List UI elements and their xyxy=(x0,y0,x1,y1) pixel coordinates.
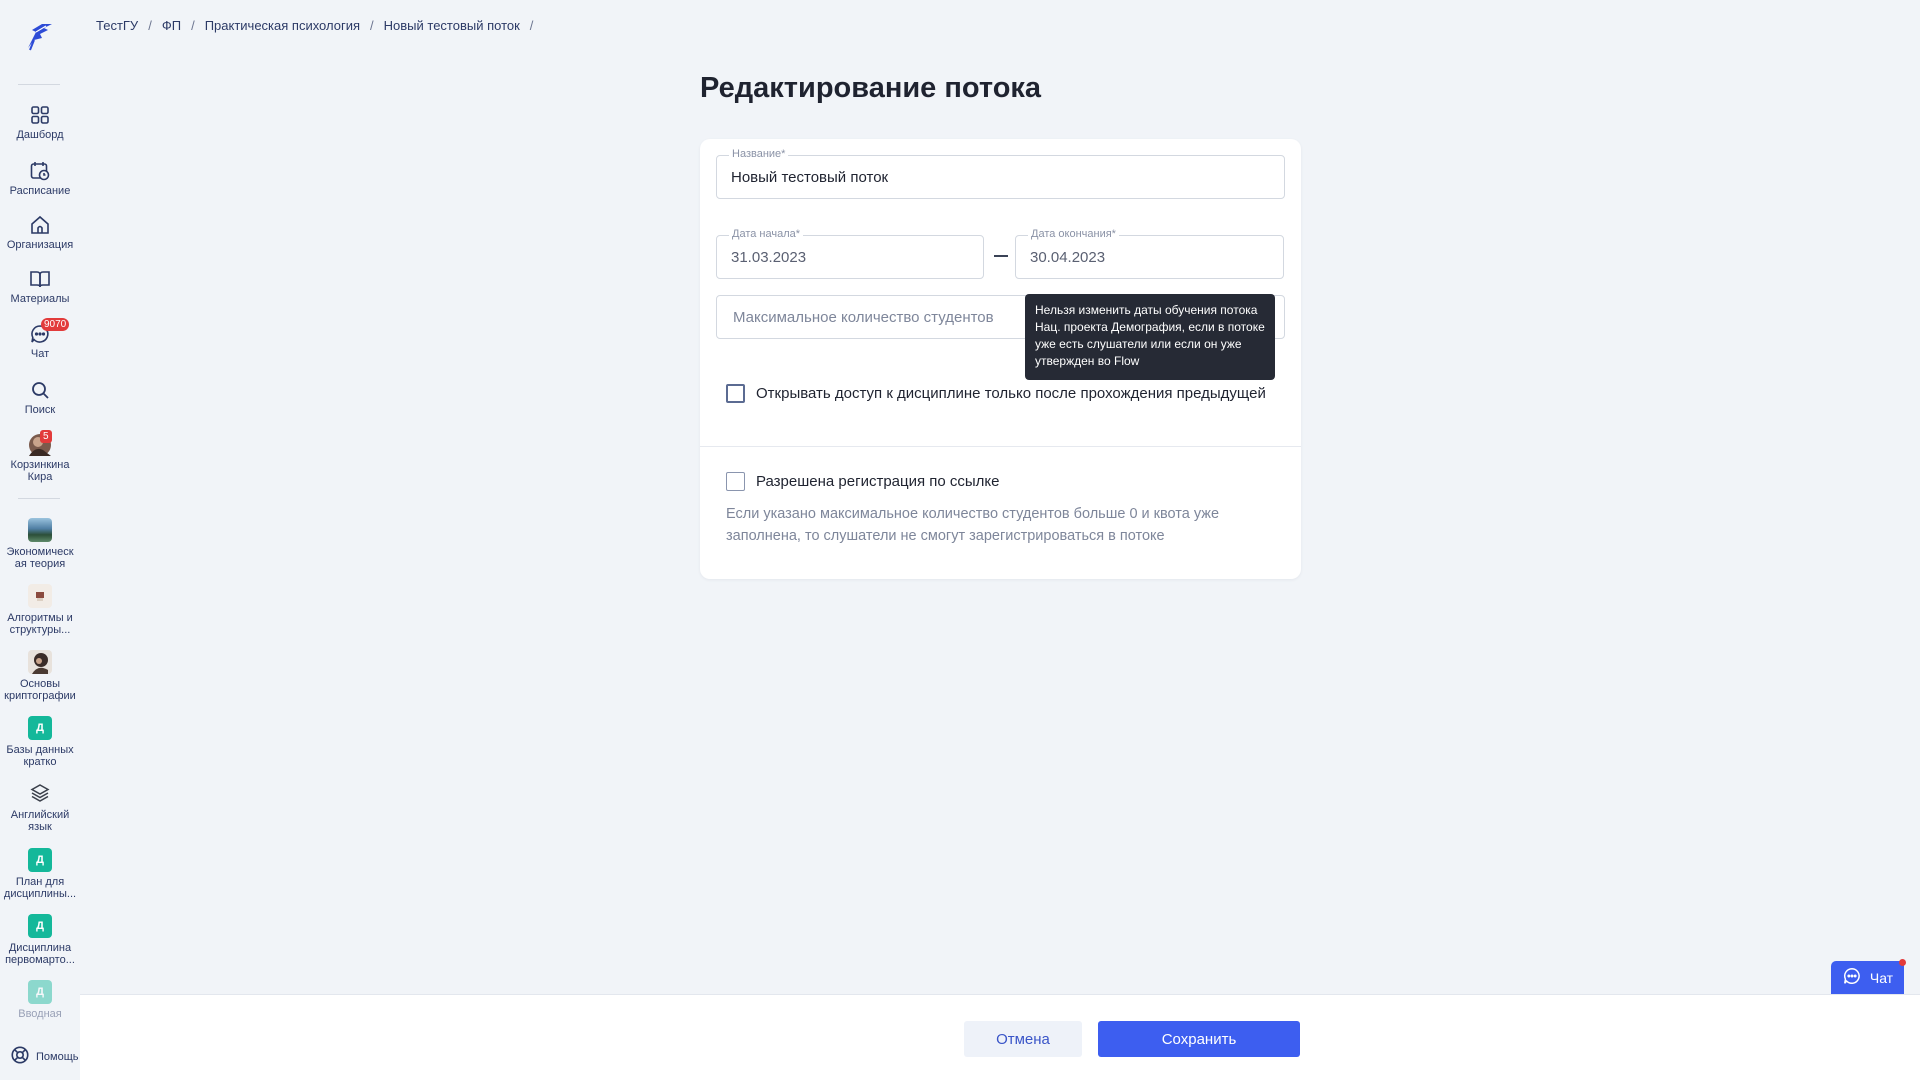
end-date-field[interactable]: Дата окончания* 30.04.2023 xyxy=(1015,228,1284,279)
logo-icon[interactable] xyxy=(22,18,58,54)
sidebar-divider xyxy=(18,498,60,499)
breadcrumb: ТестГУ / ФП / Практическая психология / … xyxy=(96,18,533,33)
sequential-access-row[interactable]: Открывать доступ к дисциплине только пос… xyxy=(726,384,1266,403)
start-date-label: Дата начала* xyxy=(729,228,804,240)
sidebar-item-label: Материалы xyxy=(10,293,70,305)
course-letter-thumbnail: Д xyxy=(28,716,52,740)
sidebar-item-materials[interactable]: Материалы xyxy=(0,268,80,305)
sidebar-item-label: Расписание xyxy=(9,185,71,197)
page-title: Редактирование потока xyxy=(700,72,1042,104)
course-letter-thumbnail: Д xyxy=(28,980,52,1004)
sidebar-item-search[interactable]: Поиск xyxy=(0,379,80,416)
date-range-dash xyxy=(994,255,1008,257)
sidebar-item-organization[interactable]: Организация xyxy=(0,214,80,251)
sidebar-item-profile[interactable]: Корзинкина Кира 5 xyxy=(0,430,80,483)
name-field-label: Название* xyxy=(729,148,789,160)
breadcrumb-separator: / xyxy=(370,18,374,33)
calendar-clock-icon xyxy=(29,160,51,182)
chat-widget-button[interactable]: Чат xyxy=(1831,961,1904,994)
end-date-label: Дата окончания* xyxy=(1028,228,1119,240)
course-letter-thumbnail: Д xyxy=(28,914,52,938)
course-label: Английский язык xyxy=(10,809,70,833)
breadcrumb-item[interactable]: ТестГУ xyxy=(96,18,138,33)
start-date-field[interactable]: Дата начала* 31.03.2023 xyxy=(716,228,984,279)
course-label: Алгоритмы и структуры... xyxy=(7,612,73,636)
sidebar-item-label: Чат xyxy=(30,348,50,360)
course-label: Основы криптографии xyxy=(4,678,76,702)
sidebar-item-schedule[interactable]: Расписание xyxy=(0,160,80,197)
sidebar: Дашборд Расписание Организация Материалы… xyxy=(0,0,80,1080)
sidebar-course-item[interactable]: Д План для дисциплины... xyxy=(0,848,80,900)
section-divider xyxy=(700,446,1301,447)
breadcrumb-item[interactable]: Практическая психология xyxy=(205,18,360,33)
course-thumbnail xyxy=(28,650,52,674)
breadcrumb-item[interactable]: ФП xyxy=(162,18,181,33)
course-thumbnail xyxy=(28,584,52,608)
registration-hint: Если указано максимальное количество сту… xyxy=(726,506,1220,544)
help-label: Помощь xyxy=(36,1050,79,1063)
course-label: Дисциплина первомарто... xyxy=(5,942,75,966)
sidebar-item-dashboard[interactable]: Дашборд xyxy=(0,104,80,141)
name-field-value: Новый тестовый поток xyxy=(731,169,889,186)
sidebar-course-item[interactable]: Алгоритмы и структуры... xyxy=(0,584,80,636)
max-students-placeholder: Максимальное количество студентов xyxy=(733,309,994,326)
course-label: Вводная xyxy=(18,1008,62,1020)
form-footer: Отмена Сохранить xyxy=(80,994,1920,1080)
sidebar-divider xyxy=(18,84,60,85)
sidebar-course-item[interactable]: Д Базы данных кратко xyxy=(0,716,80,768)
sequential-access-label: Открывать доступ к дисциплине только пос… xyxy=(756,385,1266,402)
link-registration-label: Разрешена регистрация по ссылке xyxy=(756,473,1000,490)
sidebar-course-item[interactable]: Английский язык xyxy=(0,782,80,833)
name-field[interactable]: Название* Новый тестовый поток xyxy=(716,148,1285,199)
sidebar-item-label: Корзинкина Кира xyxy=(10,459,70,483)
notification-badge: 5 xyxy=(40,430,52,443)
save-button[interactable]: Сохранить xyxy=(1098,1021,1300,1057)
course-label: План для дисциплины... xyxy=(3,876,77,900)
help-link[interactable]: Помощь xyxy=(10,1045,79,1068)
sidebar-course-item[interactable]: Д Дисциплина первомарто... xyxy=(0,914,80,966)
course-letter-thumbnail: Д xyxy=(28,848,52,872)
course-label: Экономическ ая теория xyxy=(6,546,74,570)
breadcrumb-item[interactable]: Новый тестовый поток xyxy=(384,18,520,33)
dates-locked-tooltip: Нельзя изменить даты обучения потока Нац… xyxy=(1025,294,1275,380)
breadcrumb-separator: / xyxy=(191,18,195,33)
sidebar-item-label: Поиск xyxy=(24,404,56,416)
unread-count-badge: 9070 xyxy=(41,318,70,331)
end-date-value: 30.04.2023 xyxy=(1030,249,1106,266)
link-registration-row[interactable]: Разрешена регистрация по ссылке xyxy=(726,472,1000,491)
lifebuoy-icon xyxy=(10,1045,30,1068)
link-registration-checkbox[interactable] xyxy=(726,472,745,491)
chat-bubble-icon xyxy=(1842,966,1862,989)
breadcrumb-separator: / xyxy=(148,18,152,33)
grid-icon xyxy=(29,104,51,126)
sidebar-course-item[interactable]: Основы криптографии xyxy=(0,650,80,702)
book-icon xyxy=(29,268,51,290)
sidebar-item-label: Организация xyxy=(6,239,74,251)
chat-unread-dot xyxy=(1899,959,1906,966)
home-icon xyxy=(29,214,51,236)
sidebar-item-label: Дашборд xyxy=(16,129,64,141)
search-icon xyxy=(29,379,51,401)
sidebar-course-item[interactable]: Экономическ ая теория xyxy=(0,518,80,570)
start-date-value: 31.03.2023 xyxy=(731,249,807,266)
sequential-access-checkbox[interactable] xyxy=(726,384,745,403)
sidebar-course-item[interactable]: Д Вводная xyxy=(0,980,80,1020)
course-thumbnail xyxy=(28,518,52,542)
layers-icon xyxy=(29,782,51,804)
sidebar-item-chat[interactable]: Чат 9070 xyxy=(0,318,80,360)
cancel-button[interactable]: Отмена xyxy=(964,1021,1082,1057)
breadcrumb-separator: / xyxy=(529,18,534,33)
chat-widget-label: Чат xyxy=(1869,969,1894,986)
course-label: Базы данных кратко xyxy=(6,744,74,768)
